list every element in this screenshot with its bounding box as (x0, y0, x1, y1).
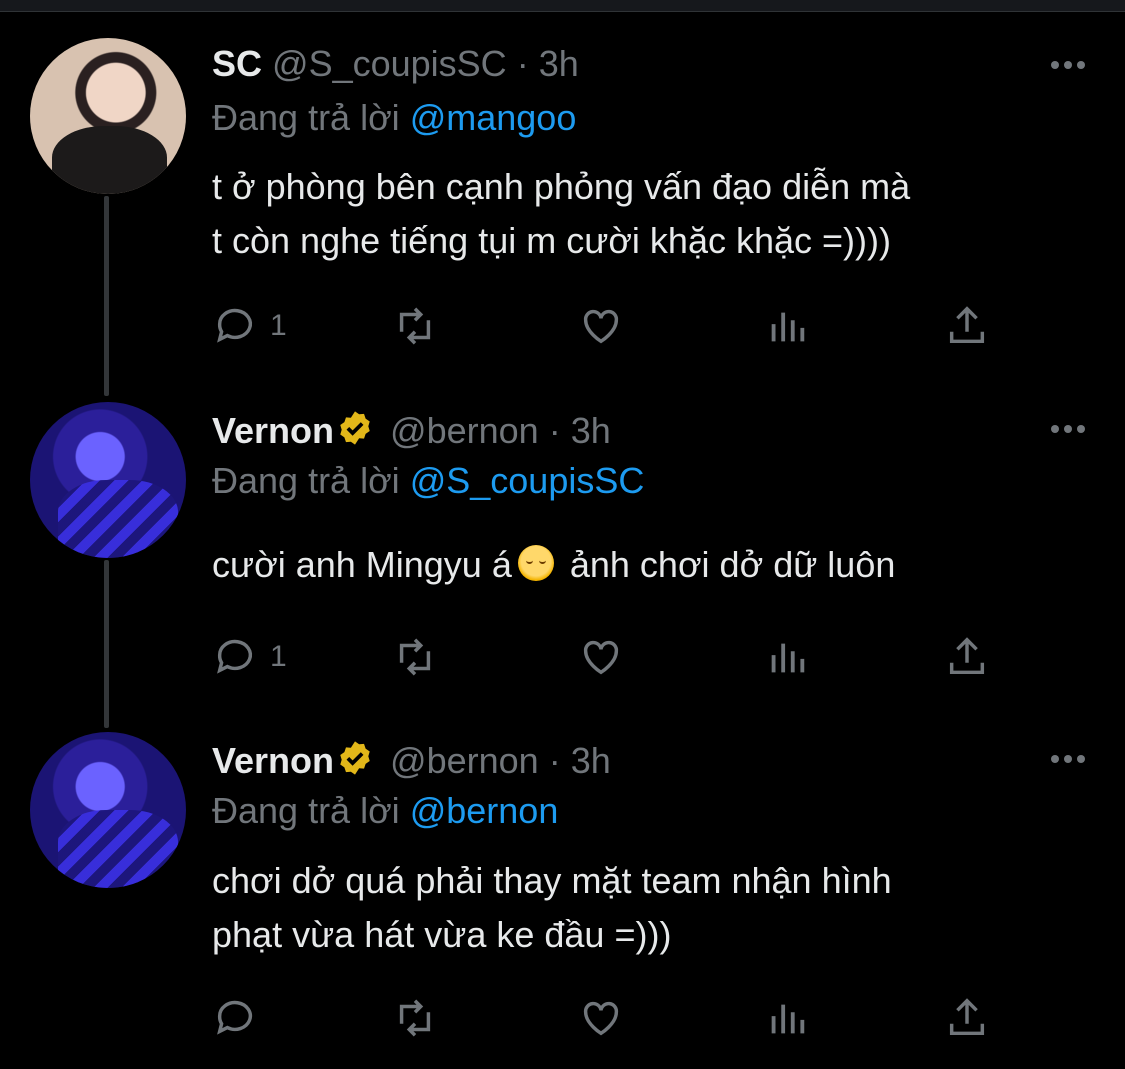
analytics-button[interactable] (764, 995, 810, 1041)
verified-badge-icon (340, 411, 370, 445)
reply-icon (217, 308, 253, 343)
reply-mention-link[interactable]: @mangoo (410, 97, 577, 138)
tweet-text-line: chơi dở quá phải thay mặt team nhận hình (212, 860, 892, 901)
tweet-text-line: t còn nghe tiếng tụi m cười khặc khặc =)… (212, 220, 891, 261)
reply-icon (217, 639, 253, 674)
share-icon (949, 306, 985, 344)
retweet-icon (399, 638, 431, 676)
share-button[interactable] (944, 995, 990, 1041)
reply-context: Đang trả lời @S_coupisSC (212, 459, 644, 503)
share-icon (949, 637, 985, 675)
analytics-icon (771, 1004, 805, 1034)
tweet-text: chơi dở quá phải thay mặt team nhận hình… (212, 854, 892, 962)
heart-icon (583, 640, 619, 675)
retweet-icon (399, 307, 431, 345)
reply-button[interactable]: 1 (212, 303, 287, 349)
avatar[interactable] (30, 402, 186, 558)
handle[interactable]: @S_coupisSC (272, 43, 507, 84)
more-options-icon[interactable] (1051, 425, 1085, 433)
like-button[interactable] (578, 634, 624, 680)
handle[interactable]: @bernon (390, 410, 539, 451)
thread-connector (104, 560, 109, 728)
timestamp[interactable]: · 3h (549, 410, 611, 451)
display-name[interactable]: Vernon (212, 410, 334, 451)
action-bar (212, 995, 992, 1045)
tweet-text-segment: cười anh Mingyu á (212, 544, 512, 585)
analytics-icon (771, 312, 805, 342)
share-button[interactable] (944, 634, 990, 680)
display-name[interactable]: Vernon (212, 740, 334, 781)
retweet-button[interactable] (392, 303, 438, 349)
tweet-text-line: phạt vừa hát vừa ke đầu =))) (212, 914, 672, 955)
timestamp[interactable]: · 3h (549, 740, 611, 781)
avatar[interactable] (30, 38, 186, 194)
top-divider (0, 0, 1125, 12)
reply-button[interactable] (212, 995, 270, 1041)
handle[interactable]: @bernon (390, 740, 539, 781)
share-icon (949, 998, 985, 1036)
tweet-header: Vernon @bernon · 3h (212, 739, 611, 783)
reply-prefix: Đang trả lời (212, 97, 400, 138)
reply-prefix: Đang trả lời (212, 460, 400, 501)
tweet-header: Vernon @bernon · 3h (212, 409, 611, 453)
relieved-face-emoji (517, 545, 554, 581)
tweet-text-segment: ảnh chơi dở dữ luôn (559, 544, 896, 585)
analytics-button[interactable] (764, 303, 810, 349)
timestamp[interactable]: · 3h (517, 43, 579, 84)
avatar[interactable] (30, 732, 186, 888)
reply-mention-link[interactable]: @bernon (410, 790, 559, 831)
more-options-icon[interactable] (1051, 755, 1085, 763)
like-button[interactable] (578, 995, 624, 1041)
retweet-button[interactable] (392, 634, 438, 680)
tweet-text: t ở phòng bên cạnh phỏng vấn đạo diễn mà… (212, 160, 910, 268)
more-options-icon[interactable] (1051, 61, 1085, 69)
reply-mention-link[interactable]: @S_coupisSC (410, 460, 645, 501)
reply-context: Đang trả lời @bernon (212, 789, 558, 833)
action-bar: 1 (212, 303, 992, 353)
retweet-button[interactable] (392, 995, 438, 1041)
reply-count: 1 (270, 309, 287, 342)
tweet-text-line: t ở phòng bên cạnh phỏng vấn đạo diễn mà (212, 166, 911, 207)
verified-badge-icon (340, 741, 370, 775)
tweet-text: cười anh Mingyu á ảnh chơi dở dữ luôn (212, 538, 895, 592)
like-button[interactable] (578, 303, 624, 349)
heart-icon (583, 1001, 619, 1036)
heart-icon (583, 309, 619, 344)
reply-icon (217, 1000, 253, 1035)
share-button[interactable] (944, 303, 990, 349)
reply-button[interactable]: 1 (212, 634, 287, 680)
action-bar: 1 (212, 634, 992, 684)
reply-prefix: Đang trả lời (212, 790, 400, 831)
analytics-button[interactable] (764, 634, 810, 680)
reply-count: 1 (270, 640, 287, 673)
thread-connector (104, 196, 109, 396)
retweet-icon (399, 999, 431, 1037)
analytics-icon (771, 643, 805, 673)
tweet-header: SC @S_coupisSC · 3h (212, 42, 579, 86)
reply-context: Đang trả lời @mangoo (212, 96, 576, 140)
display-name[interactable]: SC (212, 43, 262, 84)
